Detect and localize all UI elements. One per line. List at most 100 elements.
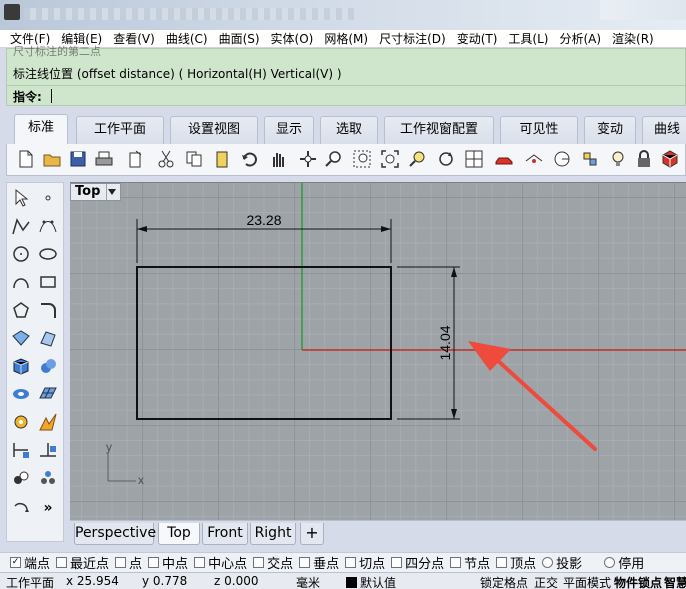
viewport-tab-perspective[interactable]: Perspective xyxy=(74,523,156,545)
checkbox-icon[interactable] xyxy=(299,557,311,568)
lock-icon[interactable] xyxy=(633,148,655,170)
viewport-name[interactable]: Top xyxy=(75,184,100,200)
menu-dimension[interactable]: 尺寸标注(D) xyxy=(379,30,446,47)
osnap-intersection[interactable]: 交点 xyxy=(253,553,293,572)
sphere-solid-icon[interactable] xyxy=(37,355,59,377)
status-smart[interactable]: 智慧 xyxy=(664,574,686,589)
polyline-icon[interactable] xyxy=(10,215,32,237)
osnap-end[interactable]: ✓ 端点 xyxy=(10,553,50,572)
dimension-icon[interactable] xyxy=(10,439,32,461)
osnap-project[interactable]: 投影 xyxy=(542,553,582,572)
osnap-vertex[interactable]: 顶点 xyxy=(496,553,536,572)
rectangle-icon[interactable] xyxy=(37,271,59,293)
ellipse-icon[interactable] xyxy=(37,243,59,265)
checkbox-checked-icon[interactable]: ✓ xyxy=(10,557,21,568)
rotate-icon[interactable] xyxy=(435,148,457,170)
zoom-extents-icon[interactable] xyxy=(379,148,401,170)
osnap-knot[interactable]: 节点 xyxy=(450,553,490,572)
polygon-icon[interactable] xyxy=(10,299,32,321)
points-icon[interactable] xyxy=(37,467,59,489)
undo-icon[interactable] xyxy=(239,148,261,170)
rotate-arrow-icon[interactable] xyxy=(10,497,32,519)
cut-icon[interactable] xyxy=(155,148,177,170)
osnap-near[interactable]: 最近点 xyxy=(56,553,109,572)
tab-set-view[interactable]: 设置视图 xyxy=(170,116,258,144)
osnap-disable[interactable]: 停用 xyxy=(604,553,644,572)
curve-points-icon[interactable] xyxy=(37,215,59,237)
viewport-tab-top[interactable]: Top xyxy=(158,523,200,545)
viewport-tab-front[interactable]: Front xyxy=(202,523,248,545)
surface-icon[interactable] xyxy=(37,327,59,349)
car-icon[interactable] xyxy=(493,148,515,170)
rectangle-curve[interactable] xyxy=(136,266,392,420)
box-solid-icon[interactable] xyxy=(10,355,32,377)
viewport-title[interactable]: Top xyxy=(70,183,122,201)
zoom-icon[interactable] xyxy=(323,148,345,170)
checkbox-icon[interactable] xyxy=(253,557,265,568)
eye-camera-icon[interactable] xyxy=(523,148,545,170)
vertical-dimension[interactable]: 14.04 xyxy=(397,266,460,420)
surface-grid-icon[interactable] xyxy=(37,383,59,405)
osnap-perpendicular[interactable]: 垂点 xyxy=(299,553,339,572)
checkbox-icon[interactable] xyxy=(56,557,68,568)
rotate-view-icon[interactable] xyxy=(297,148,319,170)
menu-surface[interactable]: 曲面(S) xyxy=(219,30,260,47)
menu-analyze[interactable]: 分析(A) xyxy=(559,30,601,47)
status-ortho[interactable]: 正交 xyxy=(534,574,558,589)
radio-icon[interactable] xyxy=(604,557,616,568)
checkbox-icon[interactable] xyxy=(496,557,508,568)
tab-standard[interactable]: 标准 xyxy=(14,114,68,144)
tab-cplanes[interactable]: 工作平面 xyxy=(76,116,164,144)
chevron-down-icon[interactable] xyxy=(106,184,116,200)
osnap-tangent[interactable]: 切点 xyxy=(345,553,385,572)
group-icon[interactable] xyxy=(10,467,32,489)
tab-curve[interactable]: 曲线 xyxy=(642,116,686,144)
rhino-app-icon[interactable] xyxy=(4,4,20,20)
radio-icon[interactable] xyxy=(542,557,554,568)
menu-solid[interactable]: 实体(O) xyxy=(271,30,314,47)
more-icon[interactable]: » xyxy=(37,497,59,519)
osnap-center[interactable]: 中心点 xyxy=(194,553,247,572)
osnap-mid[interactable]: 中点 xyxy=(148,553,188,572)
horizontal-dimension[interactable]: 23.28 xyxy=(136,212,392,263)
save-icon[interactable] xyxy=(67,148,89,170)
zoom-window-icon[interactable] xyxy=(351,148,373,170)
zoom-selected-icon[interactable] xyxy=(407,148,429,170)
transform-gear-icon[interactable] xyxy=(10,411,32,433)
checkbox-icon[interactable] xyxy=(391,557,403,568)
tab-viewport-layout[interactable]: 工作视窗配置 xyxy=(384,116,494,144)
render-icon[interactable] xyxy=(659,148,681,170)
checkbox-icon[interactable] xyxy=(148,557,160,568)
osnap-quadrant[interactable]: 四分点 xyxy=(391,553,444,572)
add-viewport-button[interactable]: + xyxy=(300,523,324,545)
boolean-icon[interactable] xyxy=(37,411,59,433)
checkbox-icon[interactable] xyxy=(345,557,357,568)
menu-tools[interactable]: 工具(L) xyxy=(508,30,548,47)
import-icon[interactable] xyxy=(125,148,147,170)
tab-select[interactable]: 选取 xyxy=(320,116,378,144)
menu-render[interactable]: 渲染(R) xyxy=(612,30,654,47)
status-osnap[interactable]: 物件锁点 xyxy=(614,574,662,589)
mesh-icon[interactable] xyxy=(10,383,32,405)
circle-icon[interactable] xyxy=(10,243,32,265)
command-input[interactable] xyxy=(51,88,651,104)
print-icon[interactable] xyxy=(93,148,115,170)
status-cplane[interactable]: 工作平面 xyxy=(6,574,54,589)
point-icon[interactable] xyxy=(37,187,59,209)
named-view-icon[interactable] xyxy=(579,148,601,170)
menu-curve[interactable]: 曲线(C) xyxy=(166,30,208,47)
checkbox-icon[interactable] xyxy=(450,557,462,568)
status-planar[interactable]: 平面模式 xyxy=(563,574,611,589)
status-grid-snap[interactable]: 锁定格点 xyxy=(480,574,528,589)
bulb-icon[interactable] xyxy=(607,148,629,170)
four-viewports-icon[interactable] xyxy=(463,148,485,170)
select-arrow-icon[interactable] xyxy=(10,187,32,209)
new-file-icon[interactable] xyxy=(15,148,37,170)
pan-hand-icon[interactable] xyxy=(267,148,289,170)
fillet-icon[interactable] xyxy=(37,299,59,321)
dimension2-icon[interactable] xyxy=(37,439,59,461)
tab-visibility[interactable]: 可见性 xyxy=(500,116,578,144)
checkbox-icon[interactable] xyxy=(194,557,206,568)
surface-points-icon[interactable] xyxy=(10,327,32,349)
viewport-tab-right[interactable]: Right xyxy=(250,523,296,545)
